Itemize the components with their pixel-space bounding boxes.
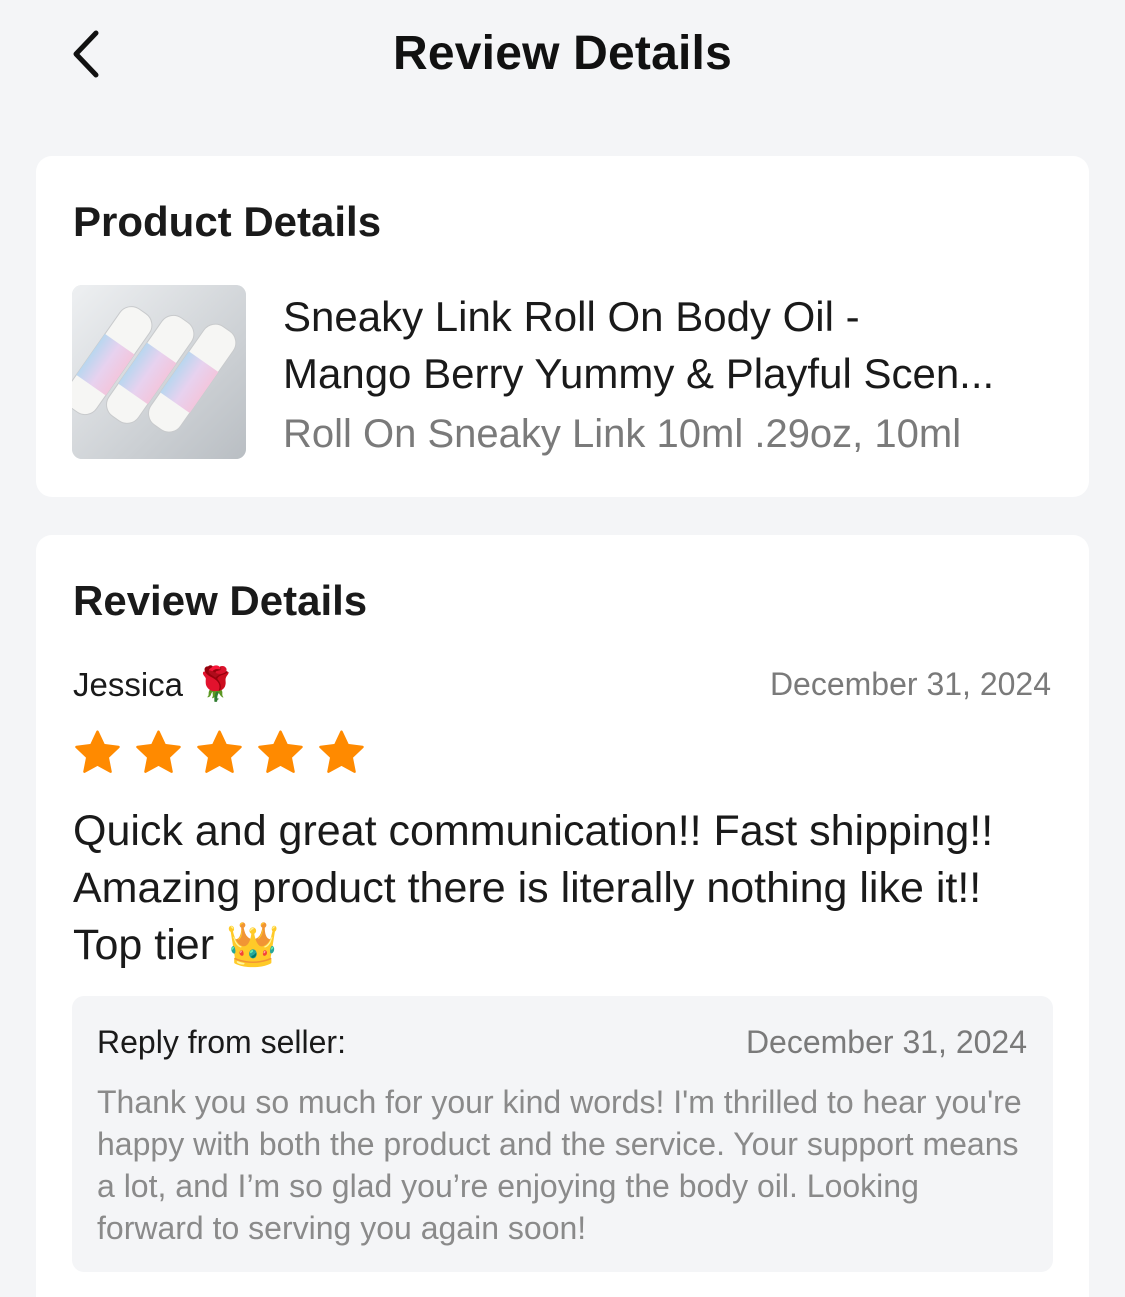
product-image bbox=[72, 285, 246, 459]
product-name[interactable]: Sneaky Link Roll On Body Oil - Mango Ber… bbox=[283, 288, 1063, 402]
product-variant: Roll On Sneaky Link 10ml .29oz, 10ml bbox=[283, 412, 962, 456]
seller-reply: Reply from seller: December 31, 2024 Tha… bbox=[72, 996, 1053, 1272]
reviewer: Jessica 🌹 bbox=[73, 665, 236, 704]
reply-text: Thank you so much for your kind words! I… bbox=[97, 1084, 1022, 1246]
reply-date: December 31, 2024 bbox=[745, 1024, 1027, 1060]
product-details-heading: Product Details bbox=[73, 198, 382, 245]
star-icon bbox=[75, 730, 120, 773]
top-bar: Review Details bbox=[0, 0, 1125, 110]
review-date: December 31, 2024 bbox=[769, 666, 1051, 702]
star-rating bbox=[73, 728, 366, 777]
star-icon bbox=[258, 730, 303, 773]
review-text: Quick and great communication!! Fast shi… bbox=[73, 807, 994, 969]
product-details-card: Product Details Sneaky Link Roll On Body… bbox=[36, 156, 1089, 497]
product-name-line-1: Sneaky Link Roll On Body Oil - bbox=[283, 293, 860, 340]
rose-emoji: 🌹 bbox=[195, 665, 237, 702]
review-details-card: Review Details Jessica 🌹 December 31, 20… bbox=[36, 535, 1089, 1297]
reply-label: Reply from seller: bbox=[97, 1024, 346, 1060]
star-icon bbox=[197, 730, 242, 773]
product-name-line-2: Mango Berry Yummy & Playful Scen... bbox=[283, 350, 995, 397]
review-details-heading: Review Details bbox=[73, 577, 368, 624]
star-icon bbox=[136, 730, 181, 773]
reviewer-name: Jessica bbox=[73, 665, 184, 703]
star-icon bbox=[319, 730, 364, 773]
product-thumbnail[interactable] bbox=[72, 285, 246, 459]
page-title: Review Details bbox=[393, 27, 732, 80]
